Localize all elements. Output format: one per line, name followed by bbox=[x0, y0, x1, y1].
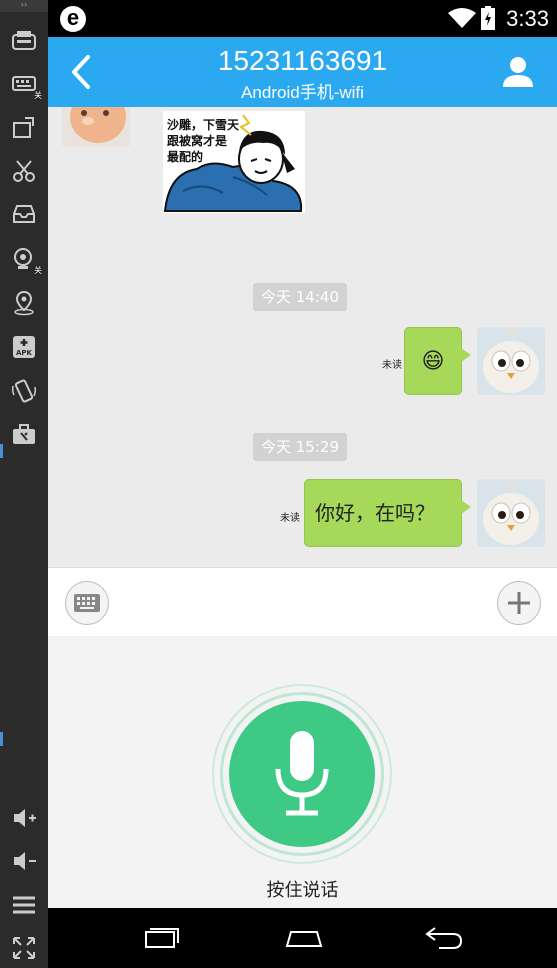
menu-icon[interactable] bbox=[10, 891, 38, 919]
camera-badge: 关 bbox=[34, 266, 42, 275]
my-avatar[interactable] bbox=[477, 327, 545, 395]
status-bar: e 3:33 bbox=[48, 0, 557, 37]
unread-label: 未读 bbox=[382, 360, 402, 371]
android-nav-bar bbox=[48, 908, 557, 968]
message-emoji: 😄 bbox=[421, 348, 445, 374]
battery-icon bbox=[481, 6, 495, 30]
toolbox-icon[interactable] bbox=[10, 420, 38, 448]
scissors-icon[interactable] bbox=[10, 157, 38, 185]
wifi-icon bbox=[448, 8, 476, 28]
input-toolbar bbox=[48, 567, 557, 636]
volume-down-icon[interactable] bbox=[10, 847, 38, 875]
timestamp-chip: 今天 14:40 bbox=[253, 283, 347, 311]
timestamp-chip: 今天 15:29 bbox=[253, 433, 347, 461]
microphone-icon bbox=[275, 731, 329, 816]
keyboard-switch-button[interactable] bbox=[65, 581, 109, 625]
hold-to-talk-label: 按住说话 bbox=[266, 880, 339, 901]
voice-panel: 按住说话 bbox=[48, 636, 557, 908]
fullscreen-icon[interactable] bbox=[10, 934, 38, 962]
tray-icon[interactable] bbox=[10, 200, 38, 228]
message-text: 你好，在吗？ bbox=[315, 501, 435, 525]
recent-apps-icon[interactable] bbox=[143, 922, 183, 954]
apk-label: APK bbox=[16, 349, 33, 357]
shake-phone-icon[interactable] bbox=[10, 377, 38, 405]
device-subtitle: Android手机-wifi bbox=[241, 83, 364, 102]
contact-number: 15231163691 bbox=[217, 45, 388, 76]
plus-icon bbox=[508, 592, 530, 614]
my-avatar[interactable] bbox=[477, 479, 545, 547]
back-icon[interactable] bbox=[424, 922, 464, 954]
controller-icon[interactable] bbox=[10, 26, 38, 54]
webcam-icon[interactable]: 关 bbox=[10, 245, 42, 275]
phone-screen: e 3:33 15231163691 Android手机-wifi 沙雕，下雪天… bbox=[48, 0, 557, 968]
clock: 3:33 bbox=[506, 6, 549, 31]
contact-profile-icon[interactable] bbox=[501, 55, 535, 89]
home-icon[interactable] bbox=[284, 922, 324, 954]
chat-header: 15231163691 Android手机-wifi bbox=[48, 37, 557, 107]
unread-label: 未读 bbox=[280, 513, 300, 524]
hold-to-talk-button[interactable] bbox=[229, 701, 375, 847]
keyboard-icon[interactable]: 关 bbox=[10, 70, 42, 100]
keyboard-map-badge: 关 bbox=[34, 91, 42, 100]
sidebar-edge-marker bbox=[0, 444, 3, 458]
volume-up-icon[interactable] bbox=[10, 804, 38, 832]
sidebar-collapse-toggle[interactable]: ›› bbox=[0, 0, 48, 12]
contact-avatar[interactable] bbox=[62, 107, 130, 147]
more-options-button[interactable] bbox=[497, 581, 541, 625]
emulator-sidebar: ›› 关 关 APK bbox=[0, 0, 48, 968]
sidebar-edge-marker bbox=[0, 732, 3, 746]
apk-icon[interactable]: APK bbox=[10, 333, 38, 361]
chat-messages[interactable]: 沙雕，下雪天 跟被窝才是 最配的 今天 14:40 未读 😄 今天 15:29 … bbox=[48, 107, 557, 567]
message-bubble[interactable]: 你好，在吗？ bbox=[304, 479, 471, 547]
location-pin-icon[interactable] bbox=[10, 289, 38, 317]
keyboard-icon bbox=[74, 594, 100, 612]
sticker-image[interactable]: 沙雕，下雪天 跟被窝才是 最配的 bbox=[163, 111, 305, 213]
message-bubble[interactable]: 😄 bbox=[404, 327, 471, 395]
app-logo-icon: e bbox=[60, 6, 86, 32]
sticker-caption: 沙雕，下雪天 跟被窝才是 最配的 bbox=[167, 118, 240, 164]
rotate-window-icon[interactable] bbox=[10, 114, 38, 142]
